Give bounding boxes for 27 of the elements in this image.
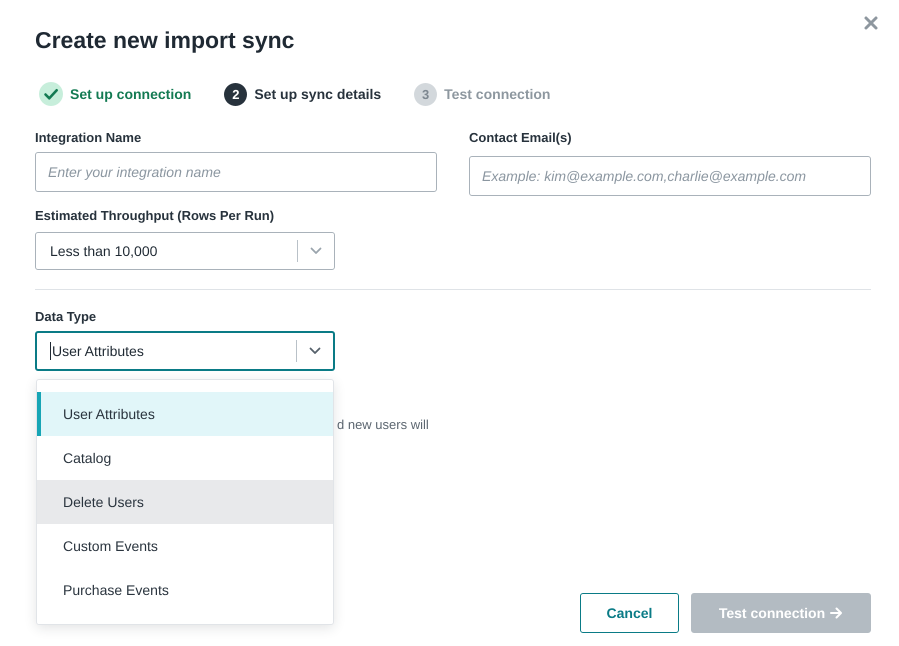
text-input[interactable]: Example: kim@example.com,charlie@example.com	[469, 156, 871, 196]
menu-option[interactable]: Purchase Events	[37, 568, 333, 612]
menu-option[interactable]: Custom Events	[37, 524, 333, 568]
text-input[interactable]: Enter your integration name	[35, 152, 437, 192]
arrow-right-icon	[830, 607, 844, 619]
close-icon	[863, 15, 879, 31]
step-label: Test connection	[444, 86, 550, 102]
menu-option[interactable]: Catalog	[37, 436, 333, 480]
chevron-down-icon	[310, 247, 322, 255]
step-label: Set up sync details	[254, 86, 382, 102]
step-label: Set up connection	[70, 86, 192, 102]
field-label: Integration Name	[35, 130, 142, 146]
menu-option[interactable]: User Attributes	[37, 392, 333, 436]
chevron-down-icon	[309, 347, 321, 355]
dialog-title: Create new import sync	[35, 26, 294, 54]
text-cursor-icon	[50, 342, 51, 360]
cancel-button[interactable]: Cancel	[580, 593, 679, 633]
field-label: Estimated Throughput (Rows Per Run)	[35, 208, 276, 224]
field-label: Contact Email(s)	[469, 130, 573, 146]
field-label: Data Type	[35, 309, 98, 325]
close-button[interactable]	[863, 15, 879, 31]
step-number: 3	[414, 82, 438, 106]
help-text: d new users will	[337, 417, 430, 433]
step-number: 2	[224, 82, 248, 106]
select-field[interactable]: Less than 10,000	[35, 232, 335, 270]
select-field[interactable]: User Attributes	[35, 331, 335, 371]
menu-option[interactable]: Delete Users	[37, 480, 333, 524]
